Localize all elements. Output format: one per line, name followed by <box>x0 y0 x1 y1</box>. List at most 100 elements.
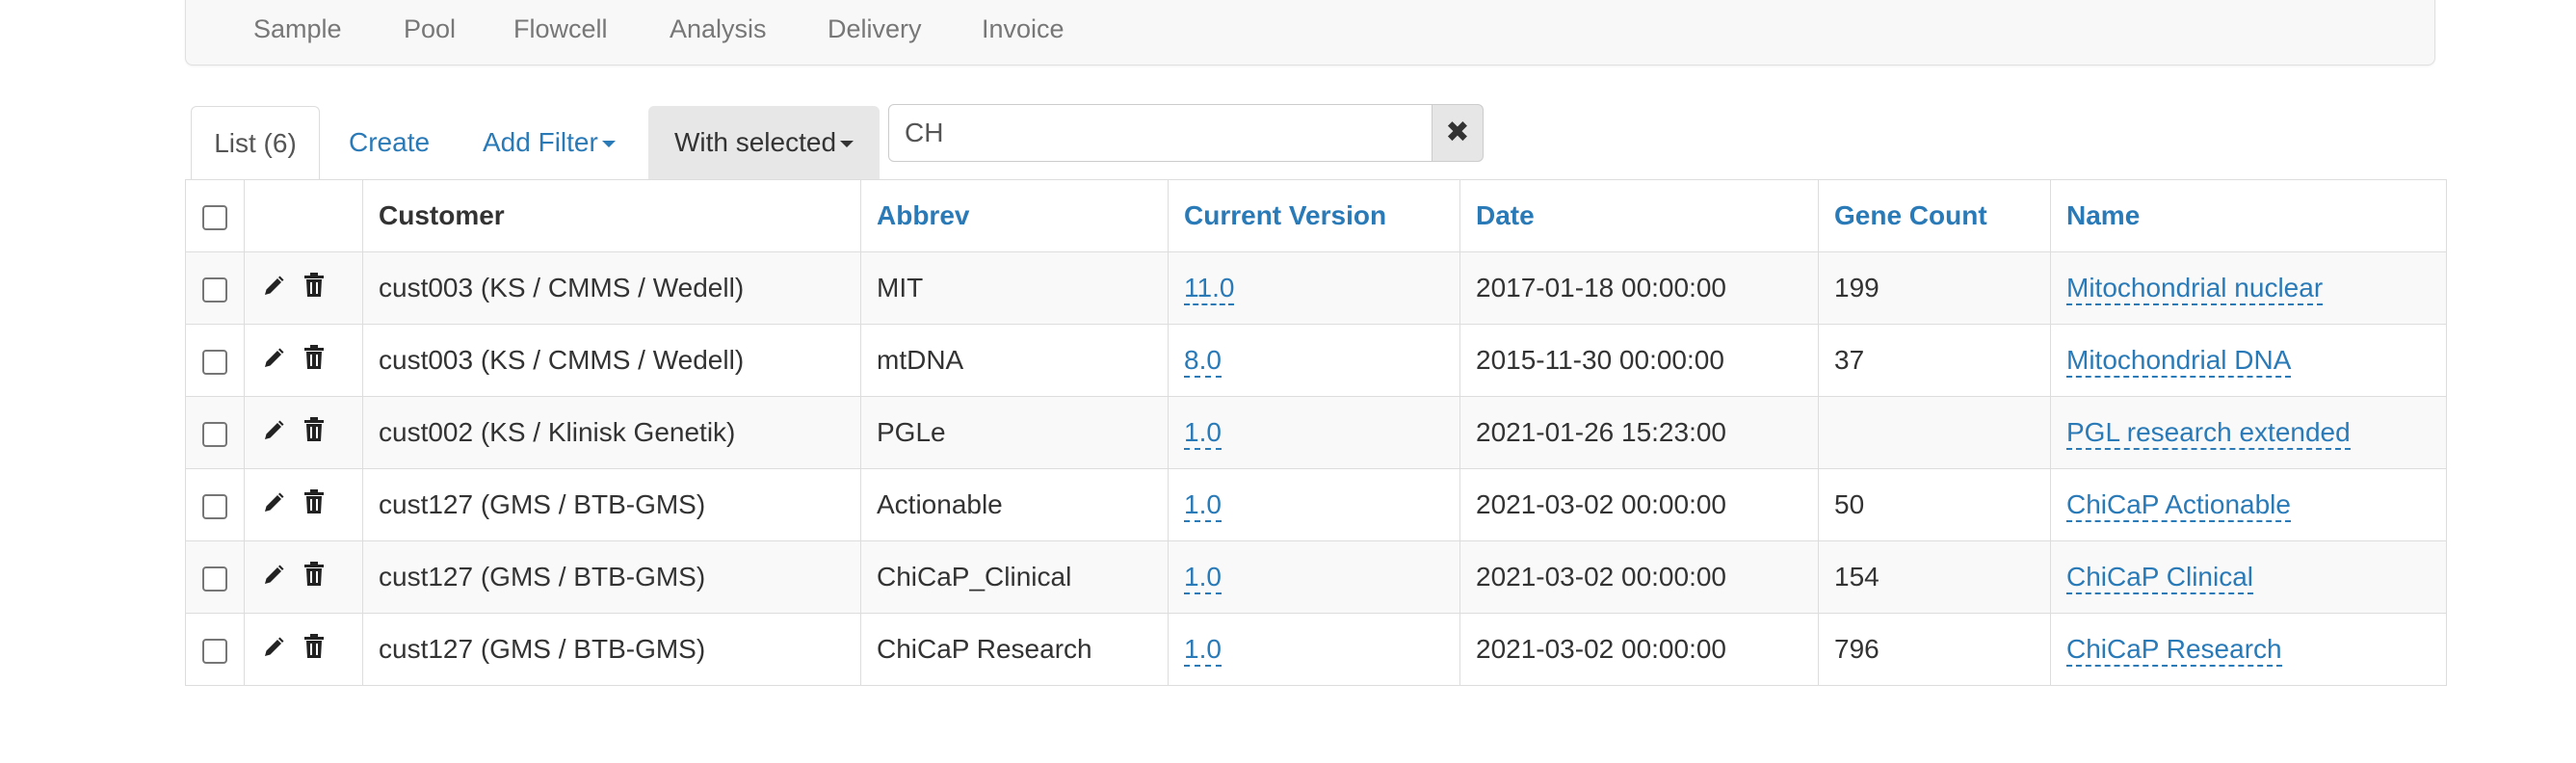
tab-create[interactable]: Create <box>349 106 430 179</box>
version-link[interactable]: 1.0 <box>1184 489 1222 522</box>
cell-customer: cust127 (GMS / BTB-GMS) <box>362 468 861 541</box>
table-row: cust127 (GMS / BTB-GMS) ChiCaP Research … <box>185 613 2447 686</box>
name-link[interactable]: PGL research extended <box>2066 417 2351 450</box>
trash-icon[interactable] <box>302 634 326 666</box>
cell-date: 2021-03-02 00:00:00 <box>1459 613 1819 686</box>
pencil-icon[interactable] <box>262 346 285 377</box>
trash-icon[interactable] <box>302 417 326 449</box>
trash-icon[interactable] <box>302 345 326 377</box>
row-checkbox[interactable] <box>202 493 227 519</box>
nav-item-pool[interactable]: Pool <box>404 1 456 59</box>
pencil-icon[interactable] <box>262 418 285 449</box>
table-header-row: Customer Abbrev Current Version Date Gen… <box>185 179 2447 252</box>
cell-date: 2015-11-30 00:00:00 <box>1459 324 1819 397</box>
tab-list[interactable]: List (6) <box>191 106 320 179</box>
version-link[interactable]: 1.0 <box>1184 634 1222 667</box>
cell-name: Mitochondrial nuclear <box>2050 251 2447 325</box>
caret-down-icon <box>601 141 616 148</box>
cell-current-version: 1.0 <box>1168 396 1460 469</box>
add-filter-dropdown[interactable]: Add Filter <box>483 106 616 179</box>
version-link[interactable]: 8.0 <box>1184 345 1222 378</box>
row-select-cell <box>185 540 245 614</box>
panel-table: Customer Abbrev Current Version Date Gen… <box>185 179 2447 686</box>
cell-name: Mitochondrial DNA <box>2050 324 2447 397</box>
row-select-cell <box>185 468 245 541</box>
search-input[interactable] <box>888 104 1433 162</box>
cell-current-version: 11.0 <box>1168 251 1460 325</box>
nav-item-delivery[interactable]: Delivery <box>828 1 922 59</box>
cell-current-version: 1.0 <box>1168 468 1460 541</box>
cell-name: PGL research extended <box>2050 396 2447 469</box>
table-row: cust127 (GMS / BTB-GMS) ChiCaP_Clinical … <box>185 540 2447 614</box>
version-link[interactable]: 1.0 <box>1184 562 1222 594</box>
version-link[interactable]: 11.0 <box>1184 273 1235 305</box>
row-select-cell <box>185 324 245 397</box>
header-abbrev[interactable]: Abbrev <box>860 179 1169 252</box>
header-gene-count[interactable]: Gene Count <box>1818 179 2051 252</box>
with-selected-label: With selected <box>673 127 837 157</box>
cell-current-version: 1.0 <box>1168 540 1460 614</box>
name-link[interactable]: ChiCaP Actionable <box>2066 489 2291 522</box>
row-actions <box>244 468 363 541</box>
row-actions <box>244 396 363 469</box>
header-current-version[interactable]: Current Version <box>1168 179 1460 252</box>
row-checkbox[interactable] <box>202 638 227 664</box>
table-row: cust002 (KS / Klinisk Genetik) PGLe 1.0 … <box>185 396 2447 469</box>
clear-search-button[interactable]: ✖ <box>1432 104 1484 162</box>
close-icon: ✖ <box>1445 117 1470 148</box>
pencil-icon[interactable] <box>262 490 285 521</box>
pencil-icon[interactable] <box>262 635 285 666</box>
nav-item-invoice[interactable]: Invoice <box>982 1 1065 59</box>
actions-header <box>244 179 363 252</box>
row-checkbox[interactable] <box>202 349 227 375</box>
trash-icon[interactable] <box>302 273 326 304</box>
name-link[interactable]: ChiCaP Research <box>2066 634 2282 667</box>
select-all-cell <box>185 179 245 252</box>
row-actions <box>244 540 363 614</box>
top-navbar: Sample Pool Flowcell Analysis Delivery I… <box>185 0 2435 66</box>
cell-gene-count <box>1818 396 2051 469</box>
name-link[interactable]: Mitochondrial DNA <box>2066 345 2292 378</box>
cell-name: ChiCaP Research <box>2050 613 2447 686</box>
cell-abbrev: ChiCaP_Clinical <box>860 540 1169 614</box>
row-checkbox[interactable] <box>202 421 227 447</box>
cell-abbrev: Actionable <box>860 468 1169 541</box>
cell-abbrev: MIT <box>860 251 1169 325</box>
row-actions <box>244 613 363 686</box>
version-link[interactable]: 1.0 <box>1184 417 1222 450</box>
cell-date: 2021-03-02 00:00:00 <box>1459 468 1819 541</box>
cell-name: ChiCaP Clinical <box>2050 540 2447 614</box>
trash-icon[interactable] <box>302 489 326 521</box>
cell-abbrev: ChiCaP Research <box>860 613 1169 686</box>
cell-date: 2021-03-02 00:00:00 <box>1459 540 1819 614</box>
row-checkbox[interactable] <box>202 566 227 592</box>
caret-down-icon <box>840 141 854 148</box>
row-checkbox[interactable] <box>202 276 227 303</box>
name-link[interactable]: ChiCaP Clinical <box>2066 562 2254 594</box>
name-link[interactable]: Mitochondrial nuclear <box>2066 273 2324 305</box>
nav-item-flowcell[interactable]: Flowcell <box>513 1 608 59</box>
table-row: cust127 (GMS / BTB-GMS) Actionable 1.0 2… <box>185 468 2447 541</box>
table-row: cust003 (KS / CMMS / Wedell) mtDNA 8.0 2… <box>185 324 2447 397</box>
header-name[interactable]: Name <box>2050 179 2447 252</box>
select-all-checkbox[interactable] <box>202 204 227 230</box>
row-select-cell <box>185 251 245 325</box>
nav-item-sample[interactable]: Sample <box>253 1 342 59</box>
cell-customer: cust003 (KS / CMMS / Wedell) <box>362 324 861 397</box>
row-actions <box>244 324 363 397</box>
header-customer: Customer <box>362 179 861 252</box>
header-date[interactable]: Date <box>1459 179 1819 252</box>
add-filter-label: Add Filter <box>483 127 598 157</box>
cell-gene-count: 50 <box>1818 468 2051 541</box>
pencil-icon[interactable] <box>262 563 285 593</box>
nav-item-analysis[interactable]: Analysis <box>670 1 767 59</box>
pencil-icon[interactable] <box>262 274 285 304</box>
cell-gene-count: 154 <box>1818 540 2051 614</box>
with-selected-dropdown[interactable]: With selected <box>648 106 880 179</box>
cell-customer: cust127 (GMS / BTB-GMS) <box>362 613 861 686</box>
cell-customer: cust127 (GMS / BTB-GMS) <box>362 540 861 614</box>
trash-icon[interactable] <box>302 562 326 593</box>
cell-current-version: 8.0 <box>1168 324 1460 397</box>
cell-date: 2021-01-26 15:23:00 <box>1459 396 1819 469</box>
cell-gene-count: 796 <box>1818 613 2051 686</box>
